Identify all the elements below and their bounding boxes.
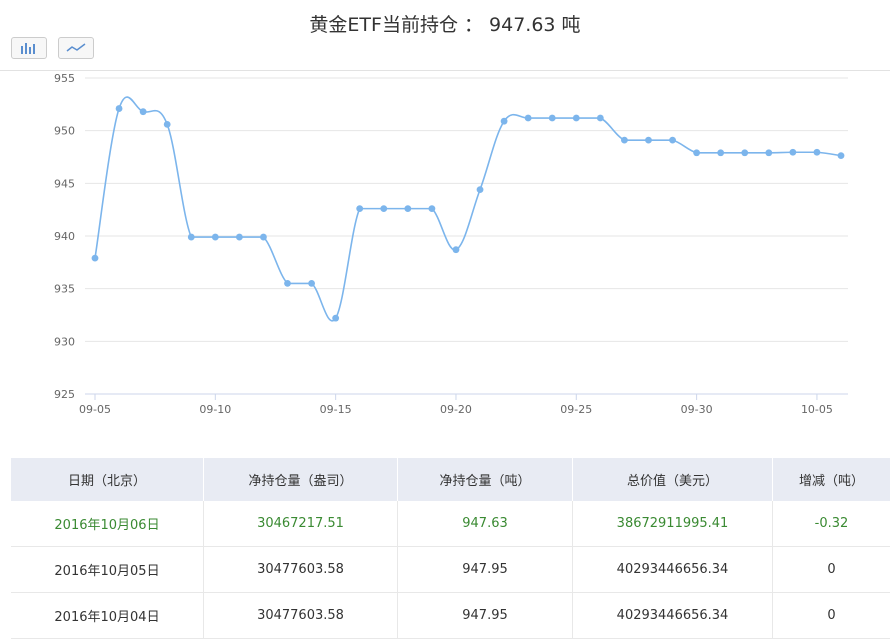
data-point[interactable] xyxy=(765,149,772,156)
data-point[interactable] xyxy=(332,315,339,322)
col-header-ounces: 净持仓量（盎司） xyxy=(204,458,398,501)
col-header-value: 总价值（美元） xyxy=(573,458,773,501)
cell-change: 0 xyxy=(773,593,890,639)
y-tick-label: 935 xyxy=(54,283,75,296)
y-tick-label: 955 xyxy=(54,72,75,85)
bar-chart-button[interactable] xyxy=(11,37,47,59)
cell-ounces: 30467217.51 xyxy=(204,501,398,547)
line-chart-icon xyxy=(66,42,86,54)
data-point[interactable] xyxy=(789,149,796,156)
cell-tons: 947.95 xyxy=(398,593,573,639)
data-point[interactable] xyxy=(164,121,171,128)
x-tick-label: 09-30 xyxy=(681,403,713,416)
data-point[interactable] xyxy=(717,149,724,156)
data-point[interactable] xyxy=(236,234,243,241)
col-header-tons: 净持仓量（吨） xyxy=(398,458,573,501)
x-tick-label: 09-10 xyxy=(199,403,231,416)
data-point[interactable] xyxy=(380,205,387,212)
x-tick-label: 10-05 xyxy=(801,403,833,416)
data-point[interactable] xyxy=(308,280,315,287)
cell-value: 38672911995.41 xyxy=(573,501,773,547)
cell-tons: 947.95 xyxy=(398,547,573,593)
cell-date: 2016年10月06日 xyxy=(11,501,204,547)
data-point[interactable] xyxy=(404,205,411,212)
cell-tons: 947.63 xyxy=(398,501,573,547)
line-chart-button[interactable] xyxy=(58,37,94,59)
table-row: 2016年10月05日 30477603.58 947.95 402934466… xyxy=(11,547,890,593)
data-point[interactable] xyxy=(814,149,821,156)
cell-value: 40293446656.34 xyxy=(573,547,773,593)
cell-ounces: 30477603.58 xyxy=(204,593,398,639)
data-point[interactable] xyxy=(669,137,676,144)
data-point[interactable] xyxy=(212,234,219,241)
y-tick-label: 930 xyxy=(54,335,75,348)
data-point[interactable] xyxy=(621,137,628,144)
data-point[interactable] xyxy=(429,205,436,212)
x-tick-label: 09-20 xyxy=(440,403,472,416)
data-point[interactable] xyxy=(477,186,484,193)
x-tick-label: 09-15 xyxy=(320,403,352,416)
table-row: 2016年10月04日 30477603.58 947.95 402934466… xyxy=(11,593,890,639)
data-point[interactable] xyxy=(260,234,267,241)
data-point[interactable] xyxy=(453,246,460,253)
bar-chart-icon xyxy=(20,42,38,54)
data-point[interactable] xyxy=(140,108,147,115)
data-point[interactable] xyxy=(116,105,123,112)
page-title: 黄金ETF当前持仓 ： 947.63 吨 xyxy=(0,10,890,37)
data-point[interactable] xyxy=(573,115,580,122)
data-point[interactable] xyxy=(356,205,363,212)
holdings-table: 日期（北京） 净持仓量（盎司） 净持仓量（吨） 总价值（美元） 增减（吨） 20… xyxy=(11,458,890,639)
cell-change: -0.32 xyxy=(773,501,890,547)
cell-change: 0 xyxy=(773,547,890,593)
table-header-row: 日期（北京） 净持仓量（盎司） 净持仓量（吨） 总价值（美元） 增减（吨） xyxy=(11,458,890,501)
table-row: 2016年10月06日 30467217.51 947.63 386729119… xyxy=(11,501,890,547)
data-point[interactable] xyxy=(525,115,532,122)
data-point[interactable] xyxy=(284,280,291,287)
y-tick-label: 925 xyxy=(54,388,75,401)
data-point[interactable] xyxy=(645,137,652,144)
y-tick-label: 945 xyxy=(54,177,75,190)
cell-date: 2016年10月04日 xyxy=(11,593,204,639)
col-header-date: 日期（北京） xyxy=(11,458,204,501)
x-tick-label: 09-25 xyxy=(560,403,592,416)
cell-value: 40293446656.34 xyxy=(573,593,773,639)
data-point[interactable] xyxy=(501,118,508,125)
col-header-change: 增减（吨） xyxy=(773,458,890,501)
data-point[interactable] xyxy=(549,115,556,122)
data-point[interactable] xyxy=(838,152,845,159)
data-point[interactable] xyxy=(693,149,700,156)
data-point[interactable] xyxy=(597,115,604,122)
line-chart: 925 930 935 940 945 950 955 09-05 09-10 09-15 09-2… xyxy=(0,60,890,430)
data-point[interactable] xyxy=(741,149,748,156)
x-tick-label: 09-05 xyxy=(79,403,111,416)
data-point[interactable] xyxy=(92,255,99,262)
data-point[interactable] xyxy=(188,234,195,241)
y-tick-label: 940 xyxy=(54,230,75,243)
cell-ounces: 30477603.58 xyxy=(204,547,398,593)
y-tick-label: 950 xyxy=(54,125,75,138)
cell-date: 2016年10月05日 xyxy=(11,547,204,593)
